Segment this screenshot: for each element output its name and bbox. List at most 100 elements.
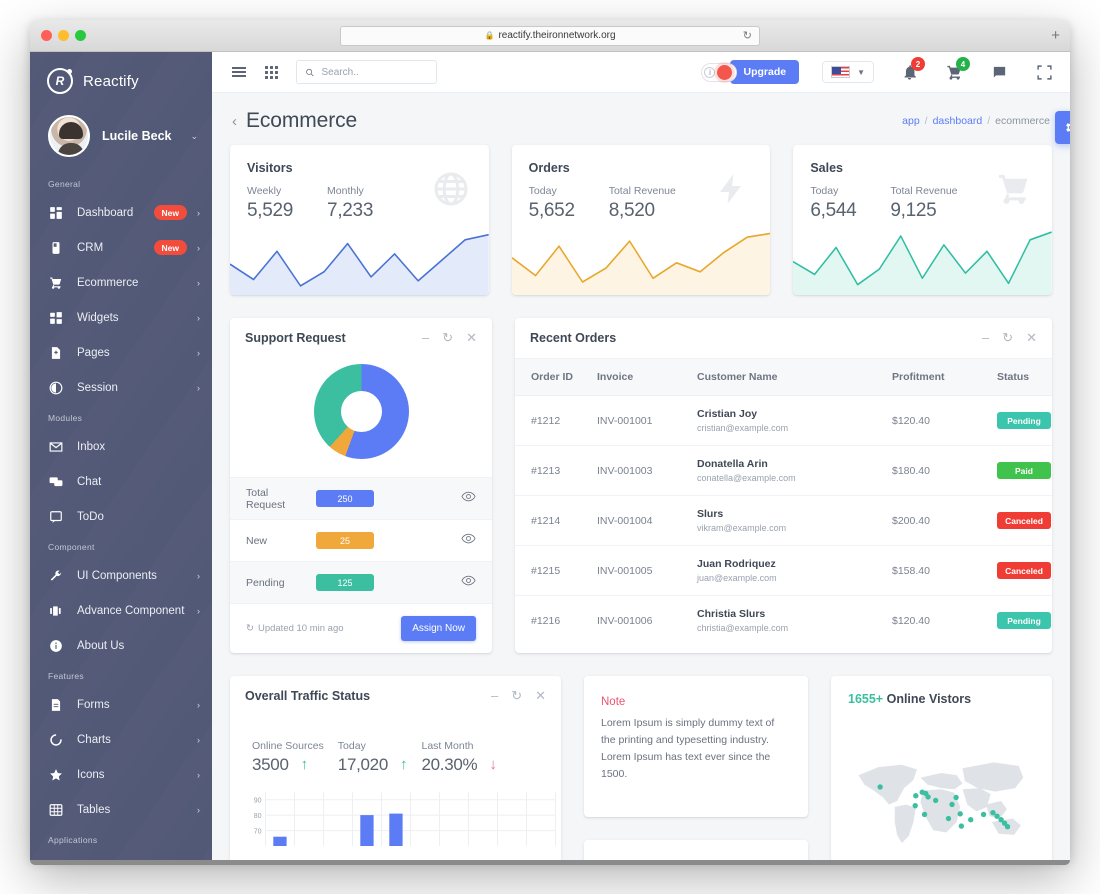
assign-now-button[interactable]: Assign Now <box>401 616 476 641</box>
sidebar-item-widgets[interactable]: Widgets › <box>30 300 212 335</box>
sidebar-item-chat[interactable]: Chat <box>30 464 212 499</box>
address-bar[interactable]: 🔒 reactify.theironnetwork.org ↻ <box>340 25 760 46</box>
hamburger-icon[interactable] <box>228 61 250 83</box>
minimize-icon[interactable]: – <box>982 331 989 344</box>
breadcrumb-item-dashboard[interactable]: dashboard <box>933 115 983 127</box>
search-input[interactable] <box>296 60 437 84</box>
donut-graphic <box>313 364 409 459</box>
table-row[interactable]: #1214 INV-001004 Slurs vikram@example.co… <box>515 495 1052 546</box>
stat-metric-value: 7,233 <box>327 200 374 221</box>
sidebar-item-ecommerce[interactable]: Ecommerce › <box>30 265 212 300</box>
new-tab-button[interactable]: + <box>1051 28 1060 43</box>
window-traffic-lights[interactable] <box>41 30 86 41</box>
search-field[interactable] <box>321 66 428 78</box>
orders-header-row: Order ID Invoice Customer Name Profitment St… <box>515 358 1052 396</box>
sidebar-item-label: Session <box>77 381 118 394</box>
refresh-icon[interactable]: ↻ <box>442 331 453 344</box>
lock-icon: 🔒 <box>484 31 495 40</box>
trend-up-icon: ↑ <box>300 756 309 773</box>
orders-column-header: Invoice <box>597 358 697 396</box>
eye-icon[interactable] <box>461 489 476 509</box>
maximize-window-button[interactable] <box>75 30 86 41</box>
close-icon[interactable]: ✕ <box>535 689 546 702</box>
star-icon <box>48 767 64 783</box>
reload-icon[interactable]: ↻ <box>743 30 752 43</box>
support-row-value: 125 <box>316 574 374 591</box>
stat-metric: Total Revenue 8,520 <box>609 185 676 222</box>
user-profile[interactable]: Lucile Beck ⌄ <box>30 101 212 171</box>
middle-row: Support Request – ↻ ✕ Total Request 250 … <box>230 318 1052 653</box>
table-row[interactable]: #1215 INV-001005 Juan Rodriquez juan@exa… <box>515 545 1052 596</box>
sidebar-item-label: Chat <box>77 475 102 488</box>
order-amount: $158.40 <box>892 545 997 596</box>
info-icon: i <box>704 66 716 78</box>
sidebar-item-badge: New <box>153 205 187 220</box>
minimize-icon[interactable]: – <box>422 331 429 344</box>
refresh-icon[interactable]: ↻ <box>1002 331 1013 344</box>
partial-card-below <box>584 840 808 860</box>
stat-metric: Today 5,652 <box>529 185 575 222</box>
sidebar-item-advance-component[interactable]: Advance Component › <box>30 593 212 628</box>
close-window-button[interactable] <box>41 30 52 41</box>
sidebar-item-todo[interactable]: ToDo <box>30 499 212 534</box>
fullscreen-icon <box>1036 64 1052 80</box>
sidebar-item-crm[interactable]: CRM New › <box>30 230 212 265</box>
sidebar-item-dashboard[interactable]: Dashboard New › <box>30 195 212 230</box>
traffic-metric-label: Last Month <box>421 740 474 752</box>
fullscreen-button[interactable] <box>1034 62 1054 82</box>
grid-apps-icon[interactable] <box>260 61 282 83</box>
support-donut-chart <box>230 358 492 477</box>
sidebar-item-session[interactable]: Session › <box>30 370 212 405</box>
cart-icon <box>48 275 64 291</box>
sidebar-group-label: Features <box>48 671 84 681</box>
close-icon[interactable]: ✕ <box>1026 331 1037 344</box>
minimize-window-button[interactable] <box>58 30 69 41</box>
order-amount: $120.40 <box>892 614 930 627</box>
stat-card-visitors: Visitors Weekly 5,529 Monthly 7,233 <box>230 145 489 295</box>
eye-icon[interactable] <box>461 531 476 551</box>
sidebar-group-label: General <box>48 179 81 189</box>
sidebar-item-about-us[interactable]: About Us <box>30 628 212 663</box>
toggle-knob[interactable] <box>717 64 733 80</box>
cart-button[interactable]: 4 <box>944 57 970 82</box>
orders-card-tools: – ↻ ✕ <box>982 331 1037 344</box>
table-row[interactable]: #1212 INV-001001 Cristian Joy cristian@e… <box>515 395 1052 446</box>
refresh-icon[interactable]: ↻ <box>511 689 522 702</box>
table-row[interactable]: #1216 INV-001006 Christia Slurs christia… <box>515 596 1052 646</box>
close-icon[interactable]: ✕ <box>466 331 477 344</box>
brand-logo[interactable]: R Reactify <box>30 61 212 101</box>
chevron-right-icon: › <box>197 570 200 581</box>
chevron-left-icon[interactable]: ‹ <box>232 113 237 130</box>
order-status-cell: Pending <box>997 395 1052 446</box>
upgrade-button[interactable]: Upgrade <box>730 60 800 84</box>
eye-icon[interactable] <box>461 573 476 593</box>
recent-orders-card: Recent Orders – ↻ ✕ Order ID Invoice Custo… <box>515 318 1052 653</box>
order-amount: $120.40 <box>892 395 997 446</box>
settings-fab-button[interactable] <box>1055 111 1070 144</box>
theme-toggle[interactable]: i <box>701 62 738 82</box>
breadcrumb-item-app[interactable]: app <box>902 115 920 127</box>
note-column: Note Lorem Ipsum is simply dummy text of… <box>584 676 808 860</box>
trend-down-icon: ↓ <box>489 756 497 773</box>
notifications-button[interactable]: 2 <box>899 57 925 82</box>
customer-name: Slurs <box>697 508 724 520</box>
sidebar-item-ui-components[interactable]: UI Components › <box>30 558 212 593</box>
sidebar-item-inbox[interactable]: Inbox <box>30 429 212 464</box>
table-row[interactable]: #1213 INV-001003 Donatella Arin conatell… <box>515 445 1052 496</box>
sidebar-item-pages[interactable]: Pages › <box>30 335 212 370</box>
language-selector[interactable]: ▼ <box>822 61 874 83</box>
sidebar-item-label: Ecommerce <box>77 276 139 289</box>
minimize-icon[interactable]: – <box>491 689 498 702</box>
order-status-cell: Canceled <box>997 495 1052 546</box>
support-request-row: Pending 125 <box>230 561 492 603</box>
stat-metric-label: Today <box>528 185 557 197</box>
browser-window: 🔒 reactify.theironnetwork.org ↻ + R Reac… <box>30 20 1070 860</box>
stat-sparkline <box>511 223 771 295</box>
sidebar-item-forms[interactable]: Forms › <box>30 687 212 722</box>
chevron-down-icon[interactable]: ⌄ <box>190 131 198 142</box>
messages-button[interactable] <box>989 62 1009 82</box>
sidebar-item-tables[interactable]: Tables › <box>30 792 212 827</box>
sidebar-item-charts[interactable]: Charts › <box>30 722 212 757</box>
breadcrumb-item-ecommerce: ecommerce <box>995 115 1050 127</box>
sidebar-item-icons[interactable]: Icons › <box>30 757 212 792</box>
